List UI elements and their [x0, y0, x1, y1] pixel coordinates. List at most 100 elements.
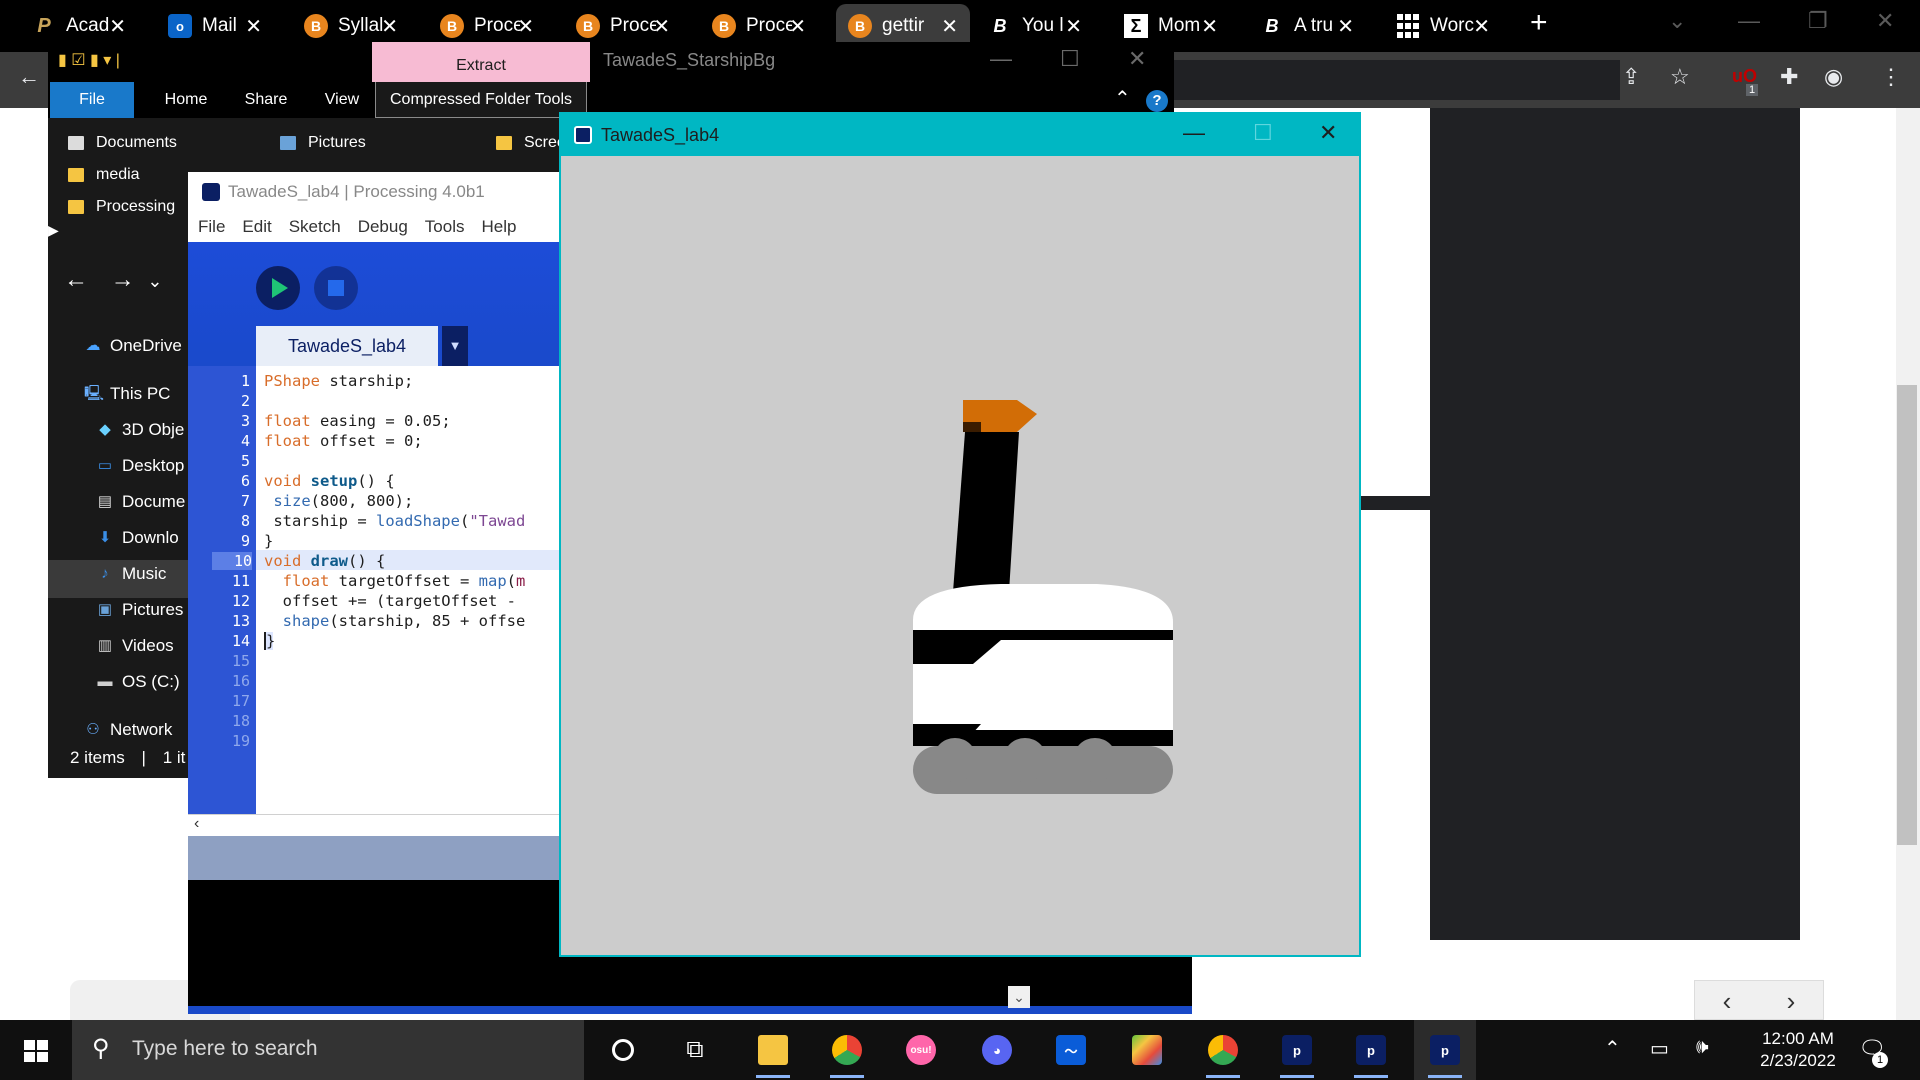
menu-tools[interactable]: Tools	[425, 217, 465, 237]
volume-icon[interactable]: 🕪	[1696, 1036, 1709, 1059]
page-scrollbar-thumb[interactable]	[1897, 385, 1917, 845]
nav-os-drive[interactable]: ▬ OS (C:)	[96, 672, 180, 692]
task-view-button[interactable]: ⧉	[664, 1020, 726, 1080]
nav-this-pc[interactable]: 🖳 This PC	[84, 384, 170, 404]
close-icon[interactable]: ✕	[653, 14, 670, 39]
run-button[interactable]	[256, 266, 300, 310]
chevron-up-icon[interactable]: ⌃	[1114, 86, 1131, 111]
white-dome-shape	[913, 584, 1173, 630]
nav-videos[interactable]: ▥ Videos	[96, 636, 174, 656]
browser-tab[interactable]: Worc ✕	[1384, 4, 1502, 48]
chevron-right-icon[interactable]: ›	[1759, 981, 1823, 1019]
quick-item-documents[interactable]: Documents	[68, 134, 177, 152]
scroll-down-icon[interactable]: ⌄	[1008, 986, 1030, 1008]
code-line: shape(starship, 85 + offse	[282, 612, 526, 630]
taskbar-chrome-profile[interactable]	[1192, 1020, 1254, 1080]
nav-pictures[interactable]: ▣ Pictures	[96, 600, 184, 620]
minimize-icon[interactable]: —	[1183, 120, 1205, 146]
taskbar-chrome[interactable]	[816, 1020, 878, 1080]
scroll-left-icon[interactable]: ‹	[194, 815, 199, 833]
close-icon[interactable]: ✕	[1337, 14, 1354, 39]
sketch-tab[interactable]: TawadeS_lab4	[256, 326, 438, 366]
quick-item-pictures[interactable]: Pictures	[280, 134, 366, 152]
line-number: 5	[240, 452, 250, 470]
windows-start-icon[interactable]	[24, 1040, 48, 1062]
bookmark-star-icon[interactable]: ☆	[1670, 64, 1690, 90]
close-icon[interactable]: ✕	[1319, 120, 1337, 146]
nav-network[interactable]: ⚇ Network	[84, 720, 172, 740]
tab-share[interactable]: Share	[228, 82, 304, 118]
chevron-down-icon[interactable]: ⌄	[147, 271, 162, 291]
close-icon[interactable]: ✕	[109, 14, 126, 39]
close-icon[interactable]: ✕	[941, 14, 958, 39]
chevron-left-icon[interactable]: ‹	[1695, 981, 1759, 1019]
taskbar-osu[interactable]: osu!	[890, 1020, 952, 1080]
minimize-icon[interactable]: —	[1738, 8, 1760, 34]
close-icon[interactable]: ✕	[1128, 46, 1146, 72]
line-number: 17	[231, 692, 250, 710]
battery-icon[interactable]: ▭	[1650, 1036, 1669, 1061]
taskbar-discord[interactable]: ◕	[966, 1020, 1028, 1080]
taskbar-search-box[interactable]: ⚲ Type here to search	[72, 1020, 584, 1080]
stop-button[interactable]	[314, 266, 358, 310]
tab-search-chevron-icon[interactable]: ⌄	[1668, 8, 1686, 34]
back-arrow-icon[interactable]: ←	[64, 266, 88, 293]
tab-menu-arrow-icon[interactable]: ▼	[442, 326, 468, 366]
close-icon[interactable]: ✕	[381, 14, 398, 39]
restore-icon[interactable]: ❐	[1808, 8, 1828, 34]
nav-downloads[interactable]: ⬇ Downlo	[96, 528, 179, 548]
quick-item-processing[interactable]: Processing	[68, 198, 175, 216]
taskbar-clock[interactable]: 12:00 AM 2/23/2022	[1738, 1028, 1858, 1072]
extensions-puzzle-icon[interactable]: ✚	[1780, 64, 1798, 90]
quick-item-media[interactable]: media	[68, 166, 140, 184]
nav-3d-objects[interactable]: ◆ 3D Obje	[96, 420, 184, 440]
taskbar-processing-1[interactable]: p	[1266, 1020, 1328, 1080]
close-icon[interactable]: ✕	[245, 14, 262, 39]
menu-edit[interactable]: Edit	[242, 217, 271, 237]
taskbar-whiteboard[interactable]: 〜	[1040, 1020, 1102, 1080]
nav-music[interactable]: ♪ Music	[96, 564, 166, 584]
close-icon[interactable]: ✕	[517, 14, 534, 39]
sketch-canvas[interactable]	[561, 156, 1359, 955]
forward-arrow-icon[interactable]: →	[111, 266, 135, 293]
back-arrow-icon[interactable]: ←	[18, 64, 40, 90]
tray-chevron-up-icon[interactable]: ⌃	[1604, 1036, 1621, 1061]
expand-arrow-icon[interactable]: ▶	[48, 222, 60, 282]
close-icon[interactable]: ✕	[789, 14, 806, 39]
address-bar[interactable]	[1160, 60, 1620, 100]
menu-file[interactable]: File	[198, 217, 225, 237]
chrome-profile-icon	[1208, 1035, 1238, 1065]
taskbar-bluestacks[interactable]	[1116, 1020, 1178, 1080]
taskbar-file-explorer[interactable]	[742, 1020, 804, 1080]
minimize-icon[interactable]: —	[990, 46, 1012, 72]
share-icon[interactable]: ⇪	[1622, 64, 1640, 90]
menu-help[interactable]: Help	[481, 217, 516, 237]
taskbar-processing-3[interactable]: p	[1414, 1020, 1476, 1080]
close-icon[interactable]: ✕	[1201, 14, 1218, 39]
close-icon[interactable]: ✕	[1473, 14, 1490, 39]
code-line: }	[264, 632, 275, 650]
nav-onedrive[interactable]: ☁ OneDrive	[84, 336, 182, 356]
menu-debug[interactable]: Debug	[358, 217, 408, 237]
quick-item-screenshots[interactable]: Scree	[496, 134, 566, 152]
nav-documents[interactable]: ▤ Docume	[96, 492, 185, 512]
new-tab-plus-icon[interactable]: +	[1530, 6, 1548, 40]
quick-access-toolbar-icon[interactable]: ▮ ☑ ▮ ▾ |	[58, 50, 120, 70]
tab-view[interactable]: View	[310, 82, 374, 118]
close-icon[interactable]: ✕	[1065, 14, 1082, 39]
cortana-button[interactable]	[592, 1020, 654, 1080]
help-icon[interactable]: ?	[1146, 90, 1168, 112]
browser-tab[interactable]: B A tru ✕	[1248, 4, 1366, 48]
tab-file[interactable]: File	[50, 82, 134, 118]
tab-home[interactable]: Home	[146, 82, 226, 118]
menu-kebab-icon[interactable]: ⋮	[1880, 64, 1902, 90]
taskbar-processing-2[interactable]: p	[1340, 1020, 1402, 1080]
close-window-icon[interactable]: ✕	[1876, 8, 1894, 34]
maximize-icon[interactable]: ☐	[1253, 120, 1273, 146]
line-number: 4	[240, 432, 250, 450]
profile-avatar-icon[interactable]: ◉	[1824, 64, 1843, 90]
menu-sketch[interactable]: Sketch	[289, 217, 341, 237]
nav-desktop[interactable]: ▭ Desktop	[96, 456, 184, 476]
tab-compressed-folder-tools[interactable]: Compressed Folder Tools	[375, 82, 587, 118]
maximize-icon[interactable]: ☐	[1060, 46, 1080, 72]
